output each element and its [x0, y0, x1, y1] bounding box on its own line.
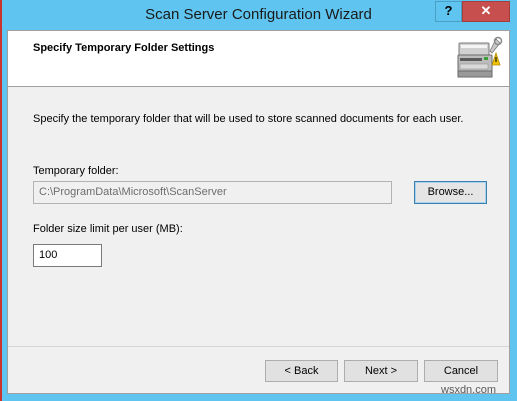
watermark: wsxdn.com	[441, 384, 497, 396]
temp-folder-input[interactable]: C:\ProgramData\Microsoft\ScanServer	[33, 181, 392, 204]
help-button[interactable]: ?	[435, 1, 462, 22]
description-text: Specify the temporary folder that will b…	[33, 113, 464, 125]
browse-button[interactable]: Browse...	[414, 181, 487, 204]
footer-divider	[8, 346, 509, 347]
page-title: Specify Temporary Folder Settings	[33, 42, 215, 54]
title-bar[interactable]: Scan Server Configuration Wizard ? ✕	[0, 0, 517, 30]
scanner-settings-icon	[457, 36, 503, 78]
wizard-header: Specify Temporary Folder Settings	[8, 31, 509, 87]
next-button[interactable]: Next >	[344, 360, 418, 382]
cancel-button[interactable]: Cancel	[424, 360, 498, 382]
wizard-window: Scan Server Configuration Wizard ? ✕ Spe…	[0, 0, 517, 401]
window-edge	[0, 0, 2, 401]
size-limit-label: Folder size limit per user (MB):	[33, 223, 183, 235]
size-limit-input[interactable]: 100	[33, 244, 102, 267]
back-button[interactable]: < Back	[265, 360, 338, 382]
close-button[interactable]: ✕	[462, 1, 510, 22]
wizard-page: Specify Temporary Folder Settings Specif…	[7, 30, 510, 394]
temp-folder-label: Temporary folder:	[33, 165, 119, 177]
